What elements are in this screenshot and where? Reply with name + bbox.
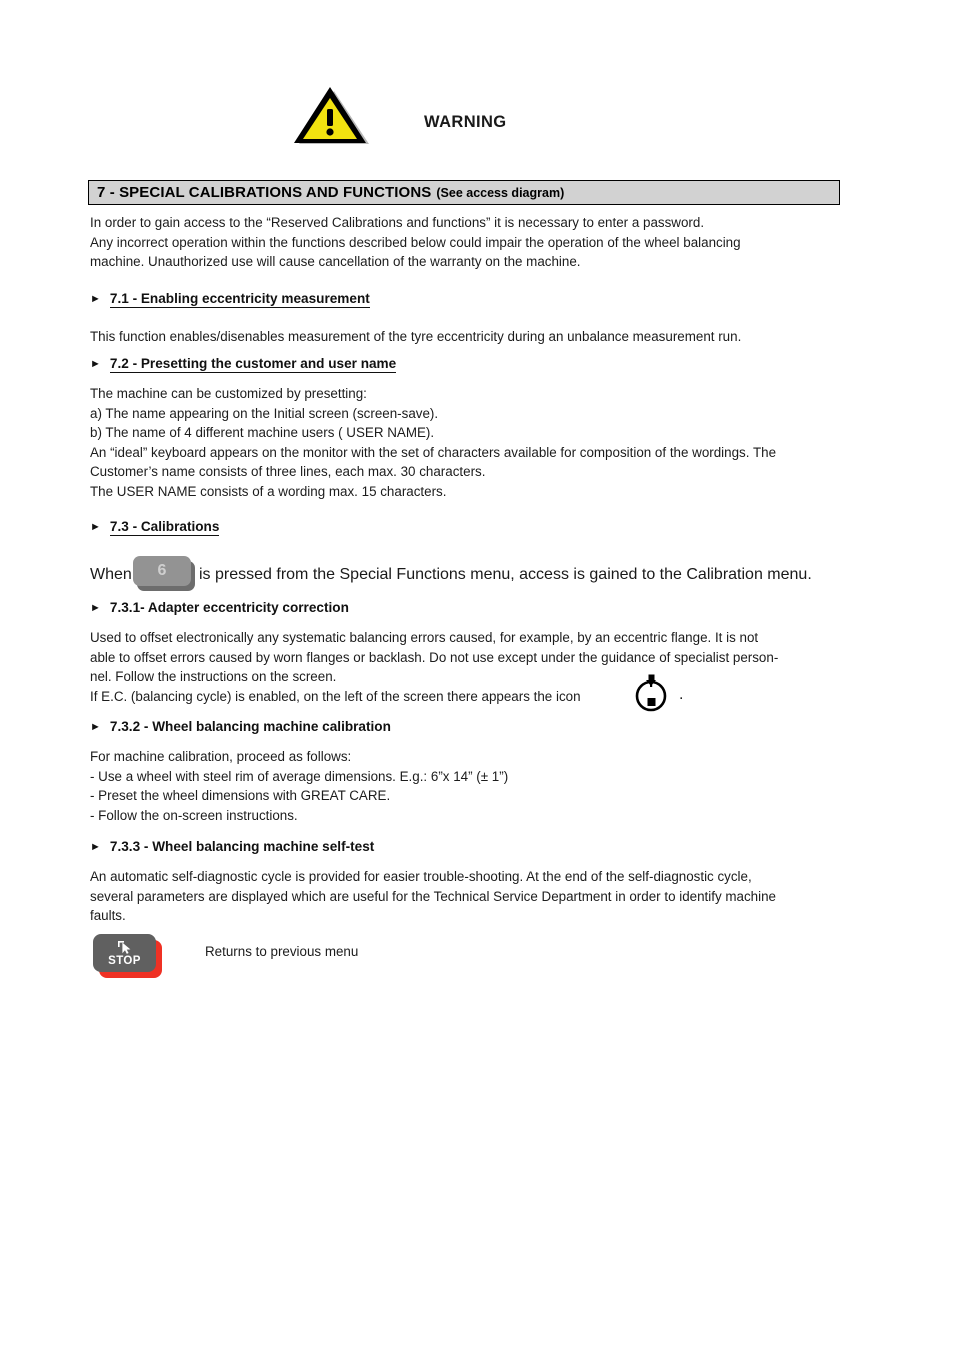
triangle-bullet-icon: ►: [90, 721, 101, 733]
paragraph-7-1: This function enables/disenables measure…: [90, 327, 842, 347]
intro-line-2: Any incorrect operation within the funct…: [90, 234, 741, 250]
stop-button-face: STOP: [93, 934, 156, 972]
paragraph-7-1-line-1: This function enables/disenables measure…: [90, 329, 742, 344]
heading-7-3-2-label: 7.3.2 - Wheel balancing machine calibrat…: [109, 719, 391, 734]
section-title-bar: 7 - SPECIAL CALIBRATIONS AND FUNCTIONS (…: [88, 180, 840, 205]
warning-triangle-icon: [292, 84, 370, 146]
paragraph-7-2-line-5: Customer’s name consists of three lines,…: [90, 464, 486, 479]
key-6-button[interactable]: 6: [133, 556, 195, 591]
heading-7-3-2: ► 7.3.2 - Wheel balancing machine calibr…: [90, 719, 391, 734]
paragraph-7-3-1-line-2: able to offset errors caused by worn fla…: [90, 649, 779, 665]
paragraph-7-2-line-6: The USER NAME consists of a wording max.…: [90, 483, 447, 499]
paragraph-7-3-2-line-2: - Use a wheel with steel rim of average …: [90, 768, 509, 784]
paragraph-7-3-2-line-4: - Follow the on-screen instructions.: [90, 807, 298, 823]
ec-icon-trailing-wrap: .: [679, 686, 739, 704]
heading-7-3-3: ► 7.3.3 - Wheel balancing machine self-t…: [90, 839, 374, 854]
heading-7-3: ► 7.3 - Calibrations: [90, 519, 220, 536]
heading-7-1-label: 7.1 - Enabling eccentricity measurement: [109, 291, 370, 308]
calibration-sentence-before: When: [90, 566, 132, 583]
paragraph-7-2-line-3: b) The name of 4 different machine users…: [90, 425, 435, 440]
intro-line-3: machine. Unauthorized use will cause can…: [90, 254, 581, 269]
paragraph-7-3-2-line-1: For machine calibration, proceed as foll…: [90, 749, 352, 764]
heading-7-3-label: 7.3 - Calibrations: [109, 519, 220, 536]
paragraph-7-3-3-line-2: several parameters are displayed which a…: [90, 888, 776, 904]
ec-icon-trailing-period: .: [679, 686, 684, 703]
paragraph-7-3-1-line-1: Used to offset electronically any system…: [90, 630, 759, 645]
paragraph-7-2-line-1: The machine can be customized by presett…: [90, 386, 367, 401]
key-6-label: 6: [133, 556, 191, 586]
heading-7-3-3-label: 7.3.3 - Wheel balancing machine self-tes…: [109, 839, 375, 854]
paragraph-7-3-3-line-1: An automatic self-diagnostic cycle is pr…: [90, 869, 752, 884]
warning-label: WARNING: [424, 113, 507, 131]
section-title: 7 - SPECIAL CALIBRATIONS AND FUNCTIONS: [97, 184, 432, 201]
triangle-bullet-icon: ►: [90, 358, 101, 370]
paragraph-7-2-line-2: a) The name appearing on the Initial scr…: [90, 405, 439, 421]
paragraph-7-3-2-line-3: - Preset the wheel dimensions with GREAT…: [90, 788, 391, 803]
calibration-sentence-after-wrap: is pressed from the Special Functions me…: [199, 566, 849, 584]
document-page: WARNING 7 - SPECIAL CALIBRATIONS AND FUN…: [0, 0, 954, 1351]
heading-7-3-1-label: 7.3.1- Adapter eccentricity correction: [109, 600, 349, 615]
cursor-arrow-icon: [116, 940, 134, 955]
triangle-bullet-icon: ►: [90, 521, 101, 533]
eccentricity-flange-icon: [630, 672, 672, 714]
paragraph-7-3-2: For machine calibration, proceed as foll…: [90, 747, 842, 825]
intro-paragraph: In order to gain access to the “Reserved…: [90, 213, 842, 272]
paragraph-7-3-3: An automatic self-diagnostic cycle is pr…: [90, 867, 842, 926]
triangle-bullet-icon: ►: [90, 841, 101, 853]
paragraph-7-2: The machine can be customized by presett…: [90, 384, 842, 501]
paragraph-7-3-1-line-3: nel. Follow the instructions on the scre…: [90, 669, 337, 684]
heading-7-2: ► 7.2 - Presetting the customer and user…: [90, 356, 397, 373]
heading-7-3-1: ► 7.3.1- Adapter eccentricity correction: [90, 600, 349, 615]
paragraph-7-3-3-line-3: faults.: [90, 908, 126, 923]
intro-line-1: In order to gain access to the “Reserved…: [90, 215, 705, 230]
stop-button[interactable]: STOP: [93, 934, 165, 978]
stop-button-caption: Returns to previous menu: [205, 944, 359, 959]
calibration-sentence-after: is pressed from the Special Functions me…: [199, 566, 812, 583]
section-subtitle: (See access diagram): [436, 185, 565, 200]
heading-7-1: ► 7.1 - Enabling eccentricity measuremen…: [90, 291, 370, 308]
triangle-bullet-icon: ►: [90, 602, 101, 614]
heading-7-2-label: 7.2 - Presetting the customer and user n…: [109, 356, 397, 373]
triangle-bullet-icon: ►: [90, 293, 101, 305]
paragraph-7-2-line-4: An “ideal” keyboard appears on the monit…: [90, 444, 777, 460]
stop-button-label: STOP: [108, 954, 141, 967]
